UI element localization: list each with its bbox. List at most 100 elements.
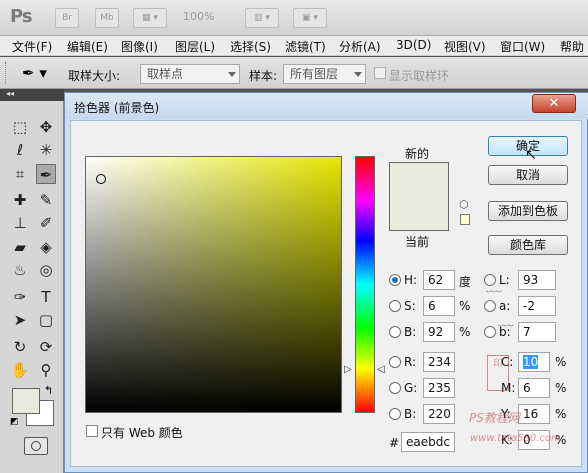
- lab-l-field[interactable]: 93: [518, 270, 556, 290]
- default-colors-icon[interactable]: ◩: [10, 417, 19, 427]
- sample-label: 样本:: [249, 69, 278, 83]
- blur-tool-icon[interactable]: ♨: [10, 260, 30, 280]
- path-selection-tool-icon[interactable]: ➤: [10, 310, 30, 330]
- blue-radio[interactable]: [389, 408, 401, 420]
- menu-select[interactable]: 选择(S): [230, 38, 271, 55]
- quick-mask-icon[interactable]: [24, 437, 48, 455]
- show-sampling-ring-label: 显示取样环: [389, 69, 450, 83]
- current-color-swatch[interactable]: [389, 197, 449, 231]
- menu-edit[interactable]: 编辑(E): [67, 38, 108, 55]
- brightness-unit: %: [459, 325, 471, 339]
- lab-b-radio[interactable]: [484, 326, 496, 338]
- menu-file[interactable]: 文件(F): [12, 38, 52, 55]
- blue-field[interactable]: 220: [423, 404, 455, 424]
- screen-mode-icon[interactable]: ▣ ▾: [293, 8, 327, 28]
- menu-image[interactable]: 图像(I): [121, 38, 158, 55]
- dodge-tool-icon[interactable]: ◎: [36, 260, 56, 280]
- color-picker-ring[interactable]: [96, 174, 106, 184]
- green-radio[interactable]: [389, 382, 401, 394]
- hue-radio[interactable]: [389, 274, 401, 286]
- magenta-unit: %: [555, 381, 567, 395]
- crop-tool-icon[interactable]: ⌗: [10, 164, 30, 184]
- sample-select[interactable]: 所有图层: [283, 64, 366, 84]
- cyan-field[interactable]: 10: [518, 352, 550, 372]
- saturation-label: S:: [404, 299, 416, 313]
- toolbox-header[interactable]: ◂◂: [0, 89, 64, 101]
- saturation-radio[interactable]: [389, 300, 401, 312]
- magenta-field[interactable]: 6: [518, 378, 550, 398]
- eraser-tool-icon[interactable]: ▰: [10, 237, 30, 257]
- bridge-button[interactable]: Br: [55, 8, 79, 28]
- menu-window[interactable]: 窗口(W): [500, 38, 545, 55]
- paint-bucket-tool-icon[interactable]: ◈: [36, 237, 56, 257]
- show-sampling-ring-checkbox[interactable]: [374, 67, 386, 79]
- chevron-down-icon: [354, 72, 362, 77]
- color-field[interactable]: [85, 156, 342, 413]
- 3d-orbit-tool-icon[interactable]: ⟳: [36, 337, 56, 357]
- clone-stamp-tool-icon[interactable]: ⊥: [10, 213, 30, 233]
- lab-a-radio[interactable]: [484, 300, 496, 312]
- history-brush-tool-icon[interactable]: ✐: [36, 213, 56, 233]
- add-to-swatches-button[interactable]: 添加到色板: [488, 201, 568, 221]
- type-tool-icon[interactable]: T: [36, 287, 56, 307]
- current-color-label: 当前: [405, 235, 430, 249]
- menu-3d[interactable]: 3D(D): [396, 38, 431, 52]
- mini-bridge-button[interactable]: Mb: [95, 8, 119, 28]
- foreground-color-swatch-front[interactable]: [12, 388, 40, 414]
- menu-analysis[interactable]: 分析(A): [339, 38, 381, 55]
- hue-slider-left-arrow-icon[interactable]: ▷: [344, 364, 352, 375]
- zoom-level[interactable]: 100%: [183, 10, 214, 23]
- web-colors-only-checkbox[interactable]: [86, 425, 98, 437]
- close-icon[interactable]: ✕: [532, 94, 576, 113]
- menu-filter[interactable]: 滤镜(T): [285, 38, 326, 55]
- watermark-scribble-2: ﹏: [498, 310, 515, 329]
- arrange-documents-icon[interactable]: ▥ ▾: [245, 8, 279, 28]
- web-colors-only-label: 只有 Web 颜色: [101, 426, 183, 440]
- color-libraries-button[interactable]: 颜色库: [488, 235, 568, 255]
- web-safe-color-swatch[interactable]: [460, 214, 470, 225]
- menu-view[interactable]: 视图(V): [444, 38, 486, 55]
- hue-unit: 度: [459, 275, 472, 289]
- red-field[interactable]: 234: [423, 352, 455, 372]
- eyedropper-preset-icon[interactable]: ✒ ▾: [22, 64, 47, 82]
- healing-brush-tool-icon[interactable]: ✚: [10, 190, 30, 210]
- swap-colors-icon[interactable]: ↰: [44, 384, 53, 397]
- 3d-rotate-tool-icon[interactable]: ↻: [10, 337, 30, 357]
- hex-field[interactable]: eaebdc: [401, 432, 455, 452]
- out-of-gamut-cube-icon[interactable]: ⬡: [459, 198, 469, 211]
- zoom-tool-icon[interactable]: ⚲: [36, 360, 56, 380]
- pen-tool-icon[interactable]: ✑: [10, 287, 30, 307]
- yellow-field[interactable]: 16: [518, 404, 550, 424]
- lasso-tool-icon[interactable]: ℓ: [10, 140, 30, 160]
- cyan-value: 10: [523, 355, 539, 369]
- marquee-tool-icon[interactable]: ⬚: [10, 117, 30, 137]
- red-radio[interactable]: [389, 356, 401, 368]
- eyedropper-tool-icon[interactable]: ✒: [36, 164, 56, 184]
- brush-tool-icon[interactable]: ✎: [36, 190, 56, 210]
- yellow-unit: %: [555, 407, 567, 421]
- options-grip[interactable]: [5, 62, 8, 84]
- hue-slider[interactable]: [355, 156, 375, 413]
- magic-wand-tool-icon[interactable]: ✳: [36, 140, 56, 160]
- watermark-scribble: ﹏: [486, 276, 503, 295]
- saturation-field[interactable]: 6: [423, 296, 455, 316]
- chevron-down-icon: [228, 72, 236, 77]
- rectangle-tool-icon[interactable]: ▢: [36, 310, 56, 330]
- menu-help[interactable]: 帮助: [560, 38, 584, 55]
- hue-slider-right-arrow-icon[interactable]: ◁: [377, 364, 385, 375]
- hand-tool-icon[interactable]: ✋: [10, 360, 30, 380]
- sample-size-select[interactable]: 取样点: [140, 64, 240, 84]
- view-extras-icon[interactable]: ▦ ▾: [133, 8, 167, 28]
- brightness-field[interactable]: 92: [423, 322, 455, 342]
- menu-layer[interactable]: 图层(L): [175, 38, 215, 55]
- new-color-label: 新的: [405, 147, 430, 161]
- move-tool-icon[interactable]: ✥: [36, 117, 56, 137]
- lab-b-field[interactable]: 7: [518, 322, 556, 342]
- hue-field[interactable]: 62: [423, 270, 455, 290]
- brightness-radio[interactable]: [389, 326, 401, 338]
- lab-a-field[interactable]: -2: [518, 296, 556, 316]
- sample-value: 所有图层: [290, 67, 339, 81]
- photoshop-logo: Ps: [10, 6, 33, 27]
- cancel-button[interactable]: 取消: [488, 165, 568, 185]
- green-field[interactable]: 235: [423, 378, 455, 398]
